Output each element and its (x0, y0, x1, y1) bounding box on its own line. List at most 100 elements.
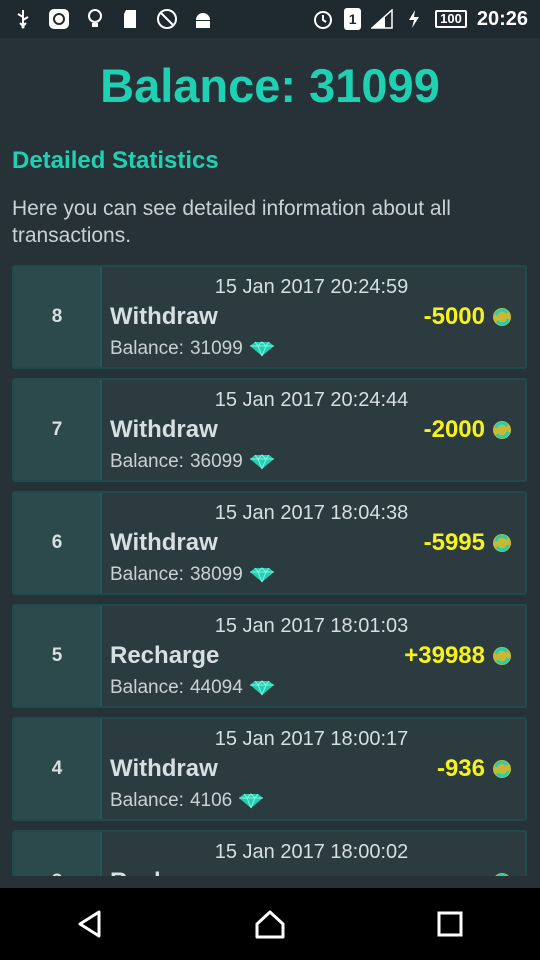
usb-icon (12, 8, 34, 30)
diamond-icon (249, 680, 275, 696)
transaction-balance-value: 38099 (189, 564, 243, 585)
signal-icon (371, 8, 393, 30)
transaction-number: 4 (14, 719, 102, 819)
clock: 20:26 (476, 7, 528, 30)
coin-icon (491, 871, 513, 876)
transaction-date: 15 Jan 2017 18:00:17 (214, 728, 409, 750)
transaction-number: 8 (14, 267, 102, 367)
transaction-amount-value: -936 (436, 755, 485, 782)
coin-icon (491, 419, 513, 441)
transaction-card[interactable]: 3 15 Jan 2017 18:00:02 Recharge (12, 830, 527, 876)
transaction-balance-value: 4106 (189, 790, 233, 811)
transaction-card[interactable]: 7 15 Jan 2017 20:24:44 Withdraw -2000 Ba… (12, 378, 527, 482)
transaction-type: Withdraw (110, 416, 218, 443)
sim-icon: 1 (344, 8, 362, 30)
android-icon (192, 8, 214, 30)
transaction-amount-value: +39988 (404, 642, 485, 669)
no-image-icon (156, 8, 178, 30)
transaction-balance-value: 36099 (189, 451, 243, 472)
transaction-row: Withdraw -5995 (110, 527, 513, 559)
transaction-type: Withdraw (110, 755, 218, 782)
transaction-row: Withdraw -936 (110, 753, 513, 785)
transaction-type: Withdraw (110, 529, 218, 556)
app-icon (48, 8, 70, 30)
transaction-balance-value: 44094 (189, 677, 243, 698)
transaction-body: 15 Jan 2017 20:24:59 Withdraw -5000 Bala… (102, 267, 525, 367)
coin-icon (491, 645, 513, 667)
section-title: Detailed Statistics (12, 147, 219, 174)
transaction-balance-label: Balance: (110, 451, 184, 472)
back-icon (78, 910, 101, 938)
transaction-type: Withdraw (110, 303, 218, 330)
charging-icon (403, 8, 425, 30)
navigation-bar (0, 888, 540, 960)
back-button[interactable] (60, 894, 120, 954)
transaction-date: 15 Jan 2017 20:24:44 (214, 389, 409, 411)
transaction-date: 15 Jan 2017 18:01:03 (214, 615, 409, 637)
transaction-amount: -2000 (424, 416, 513, 444)
recents-icon (437, 911, 463, 937)
transaction-amount: +39988 (404, 642, 513, 670)
transaction-row: Recharge +39988 (110, 640, 513, 672)
transaction-body: 15 Jan 2017 18:01:03 Recharge +39988 Bal… (102, 606, 525, 706)
transaction-balance-label: Balance: (110, 790, 184, 811)
transaction-amount: -5995 (424, 529, 513, 557)
transaction-number: 3 (14, 832, 102, 876)
home-button[interactable] (240, 894, 300, 954)
transaction-body: 15 Jan 2017 18:00:02 Recharge (102, 832, 525, 876)
transaction-card[interactable]: 5 15 Jan 2017 18:01:03 Recharge +39988 B… (12, 604, 527, 708)
transaction-card[interactable]: 4 15 Jan 2017 18:00:17 Withdraw -936 Bal… (12, 717, 527, 821)
transaction-row: Withdraw -5000 (110, 301, 513, 333)
coin-icon (491, 758, 513, 780)
transaction-balance-label: Balance: (110, 338, 184, 359)
transaction-card[interactable]: 6 15 Jan 2017 18:04:38 Withdraw -5995 Ba… (12, 491, 527, 595)
transaction-number: 7 (14, 380, 102, 480)
transaction-amount-value: -5995 (423, 529, 485, 556)
balance-label: Balance: (100, 59, 297, 112)
transaction-balance-value: 31099 (189, 338, 243, 359)
transaction-row: Recharge (110, 866, 513, 876)
transaction-amount (485, 871, 513, 876)
recents-button[interactable] (420, 894, 480, 954)
transaction-balance: Balance: 4106 (110, 790, 513, 812)
transaction-card[interactable]: 8 15 Jan 2017 20:24:59 Withdraw -5000 Ba… (12, 265, 527, 369)
transaction-number: 5 (14, 606, 102, 706)
diamond-icon (249, 454, 275, 470)
transaction-balance-label: Balance: (110, 564, 184, 585)
transaction-date: 15 Jan 2017 20:24:59 (214, 276, 409, 298)
transaction-date: 15 Jan 2017 18:04:38 (214, 502, 409, 524)
main-content[interactable]: Balance: 31099 Detailed Statistics Here … (0, 38, 540, 876)
section-description: Here you can see detailed information ab… (12, 197, 451, 247)
transaction-row: Withdraw -2000 (110, 414, 513, 446)
transaction-amount: -5000 (424, 303, 513, 331)
transaction-amount-value: -5000 (423, 303, 485, 330)
transaction-type: Recharge (110, 868, 219, 876)
transaction-balance: Balance: 36099 (110, 451, 513, 473)
transaction-body: 15 Jan 2017 20:24:44 Withdraw -2000 Bala… (102, 380, 525, 480)
transaction-amount: -936 (437, 755, 513, 783)
transaction-body: 15 Jan 2017 18:04:38 Withdraw -5995 Bala… (102, 493, 525, 593)
bulb-icon (84, 8, 106, 30)
diamond-icon (249, 567, 275, 583)
transaction-body: 15 Jan 2017 18:00:17 Withdraw -936 Balan… (102, 719, 525, 819)
transaction-type: Recharge (110, 642, 220, 669)
transaction-list[interactable]: 8 15 Jan 2017 20:24:59 Withdraw -5000 Ba… (12, 265, 527, 876)
transaction-amount-value: -2000 (423, 416, 485, 443)
transaction-balance: Balance: 44094 (110, 677, 513, 699)
balance-title: Balance: 31099 (0, 58, 540, 114)
balance-value: 31099 (309, 59, 440, 112)
transaction-number: 6 (14, 493, 102, 593)
transaction-balance-label: Balance: (110, 677, 184, 698)
coin-icon (491, 306, 513, 328)
diamond-icon (238, 793, 264, 809)
sd-icon (120, 8, 142, 30)
transaction-date: 15 Jan 2017 18:00:02 (214, 841, 409, 863)
coin-icon (491, 532, 513, 554)
transaction-balance: Balance: 31099 (110, 338, 513, 360)
alarm-icon (312, 8, 334, 30)
diamond-icon (249, 341, 275, 357)
transaction-balance: Balance: 38099 (110, 564, 513, 586)
battery-level: 100 (435, 10, 467, 28)
status-bar: 1 100 20:26 (0, 0, 540, 38)
home-icon (255, 910, 285, 939)
